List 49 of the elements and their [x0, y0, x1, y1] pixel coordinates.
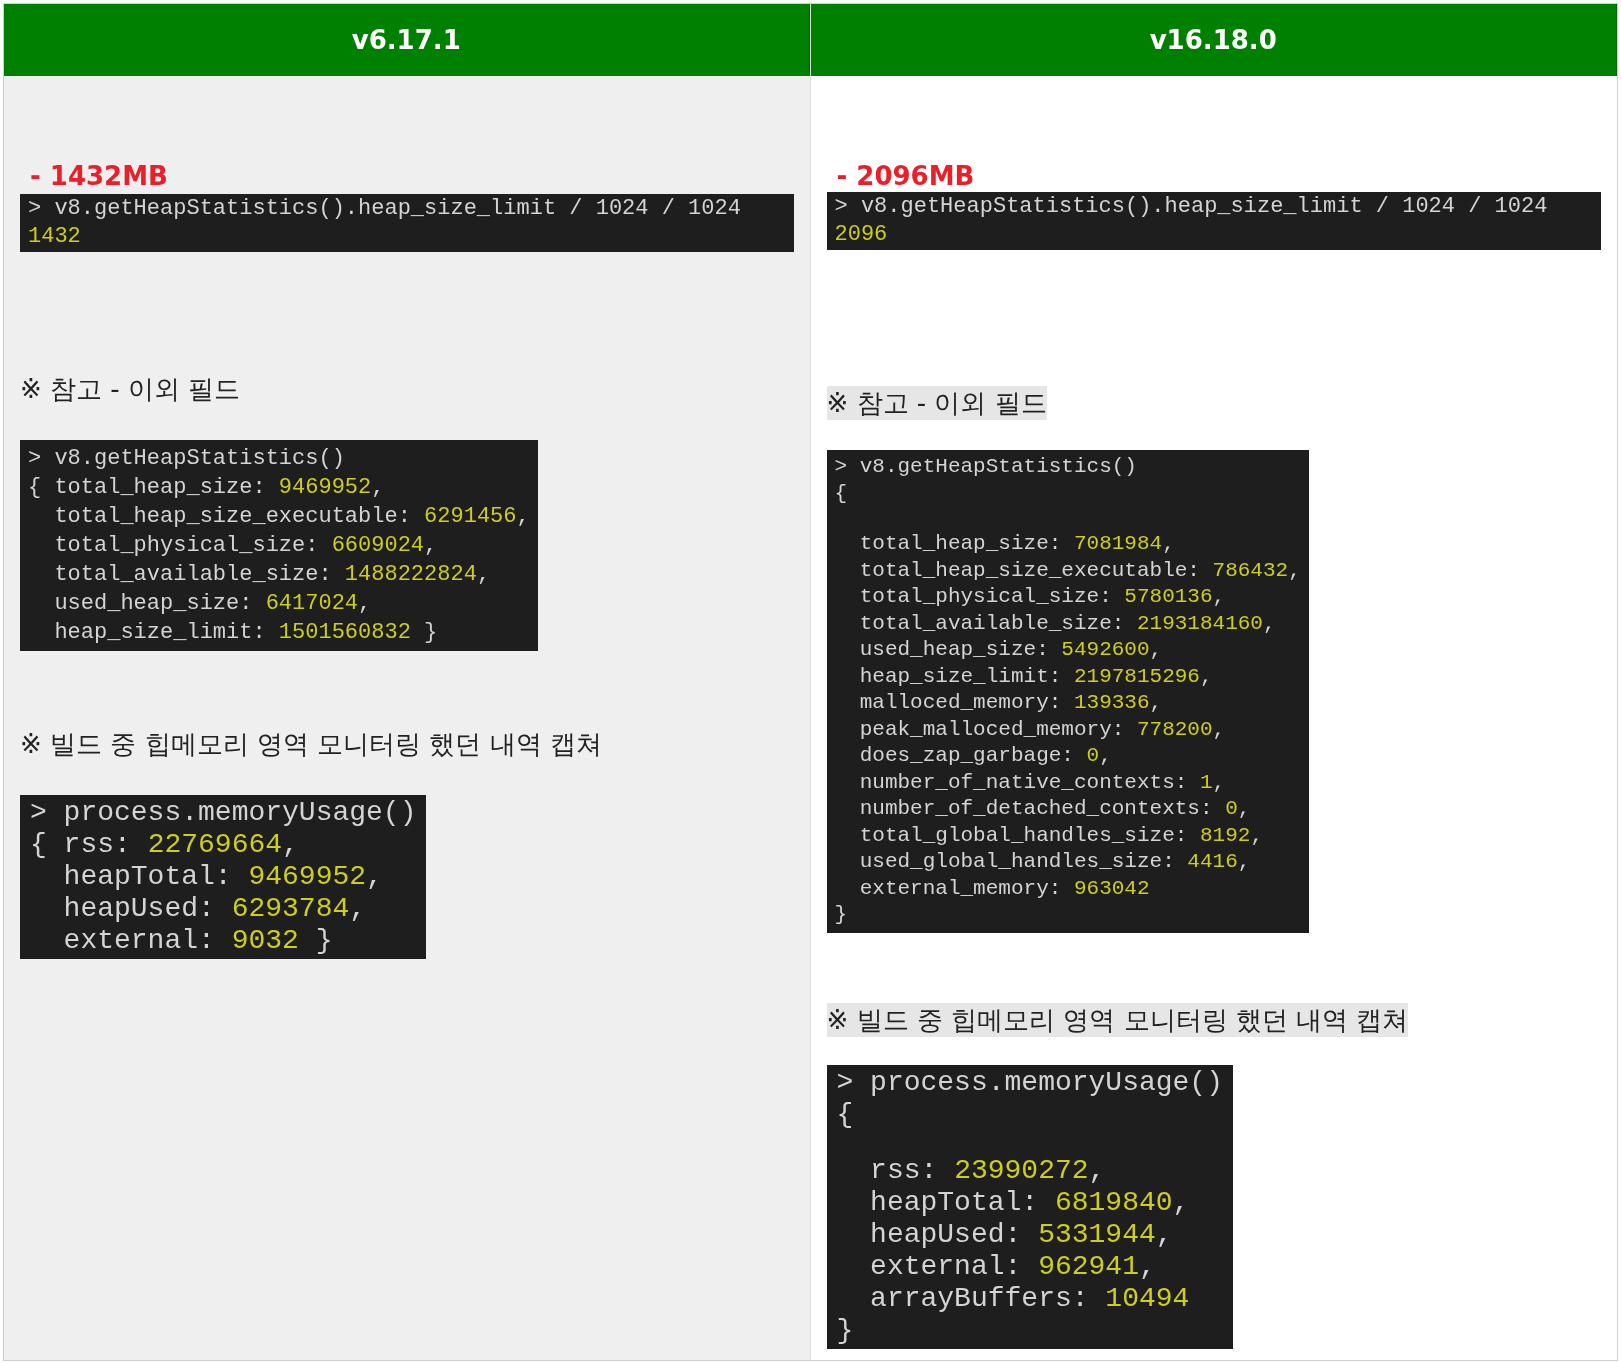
note-text: ※ 참고 - 이외 필드: [826, 386, 1047, 420]
terminal-line: external: 9032 }: [62, 925, 333, 957]
terminal-line: heapUsed: 5331944,: [869, 1218, 1173, 1251]
terminal-line: heapTotal: 9469952,: [62, 861, 383, 893]
terminal-line: heapUsed: 6293784,: [62, 893, 367, 925]
terminal-line: heap_size_limit: 2197815296,: [858, 663, 1213, 690]
memory-limit-heading: - 2096MB: [835, 162, 975, 190]
column-header: v6.17.1: [4, 4, 810, 76]
terminal-line: > v8.getHeapStatistics().heap_size_limit / 1024 / 1024: [834, 193, 1548, 221]
note-text: ※ 빌드 중 힙메모리 영역 모니터링 했던 내역 캡쳐: [20, 728, 602, 761]
terminal-line: 2096: [834, 221, 888, 249]
terminal-line: {: [834, 480, 848, 507]
terminal-line: rss: 23990272,: [869, 1153, 1106, 1187]
terminal-line: arrayBuffers: 10494: [869, 1282, 1190, 1315]
terminal-line: total_physical_size: 6609024,: [53, 532, 438, 560]
terminal-line: heap_size_limit: 1501560832 }: [53, 619, 438, 647]
terminal-line: total_heap_size_executable: 786432,: [858, 557, 1301, 584]
terminal-line: 1432: [28, 223, 81, 251]
terminal-line: > process.memoryUsage(): [30, 797, 417, 829]
terminal-line: total_heap_size: 7081984,: [858, 531, 1175, 557]
terminal-line: {: [836, 1098, 854, 1131]
terminal-line: total_available_size: 1488222824,: [53, 561, 491, 589]
terminal-line: { total_heap_size: 9469952,: [28, 474, 385, 502]
terminal-line: > v8.getHeapStatistics(): [28, 445, 345, 473]
terminal-line: > v8.getHeapStatistics().heap_size_limit / 1024 / 1024: [28, 195, 741, 223]
terminal-line: total_physical_size: 5780136,: [858, 584, 1226, 610]
terminal-line: does_zap_garbage: 0,: [858, 743, 1112, 769]
terminal-line: external: 962941,: [869, 1250, 1156, 1283]
memory-limit-heading: - 1432MB: [29, 162, 168, 190]
terminal-line: number_of_detached_contexts: 0,: [858, 796, 1251, 822]
terminal-line: used_global_handles_size: 4416,: [858, 849, 1251, 875]
column-header: v16.18.0: [810, 4, 1617, 76]
terminal-line: external_memory: 963042: [858, 875, 1150, 902]
terminal-line: > process.memoryUsage(): [836, 1066, 1223, 1099]
note-text: ※ 빌드 중 힙메모리 영역 모니터링 했던 내역 캡쳐: [826, 1002, 1409, 1037]
terminal-line: }: [836, 1314, 854, 1347]
terminal-line: used_heap_size: 5492600,: [858, 637, 1163, 663]
terminal-line: total_global_handles_size: 8192,: [858, 822, 1263, 849]
terminal-line: total_heap_size_executable: 6291456,: [53, 503, 530, 531]
terminal-line: number_of_native_contexts: 1,: [858, 769, 1226, 796]
terminal-line: > v8.getHeapStatistics(): [834, 454, 1137, 480]
terminal-line: malloced_memory: 139336,: [858, 690, 1163, 716]
terminal-line: peak_malloced_memory: 778200,: [858, 716, 1226, 743]
terminal-line: used_heap_size: 6417024,: [53, 590, 372, 618]
note-text: ※ 참고 - 이외 필드: [20, 373, 241, 406]
terminal-line: total_available_size: 2193184160,: [858, 610, 1276, 637]
terminal-line: heapTotal: 6819840,: [869, 1186, 1190, 1219]
terminal-line: { rss: 22769664,: [30, 829, 299, 861]
terminal-line: }: [834, 902, 848, 928]
